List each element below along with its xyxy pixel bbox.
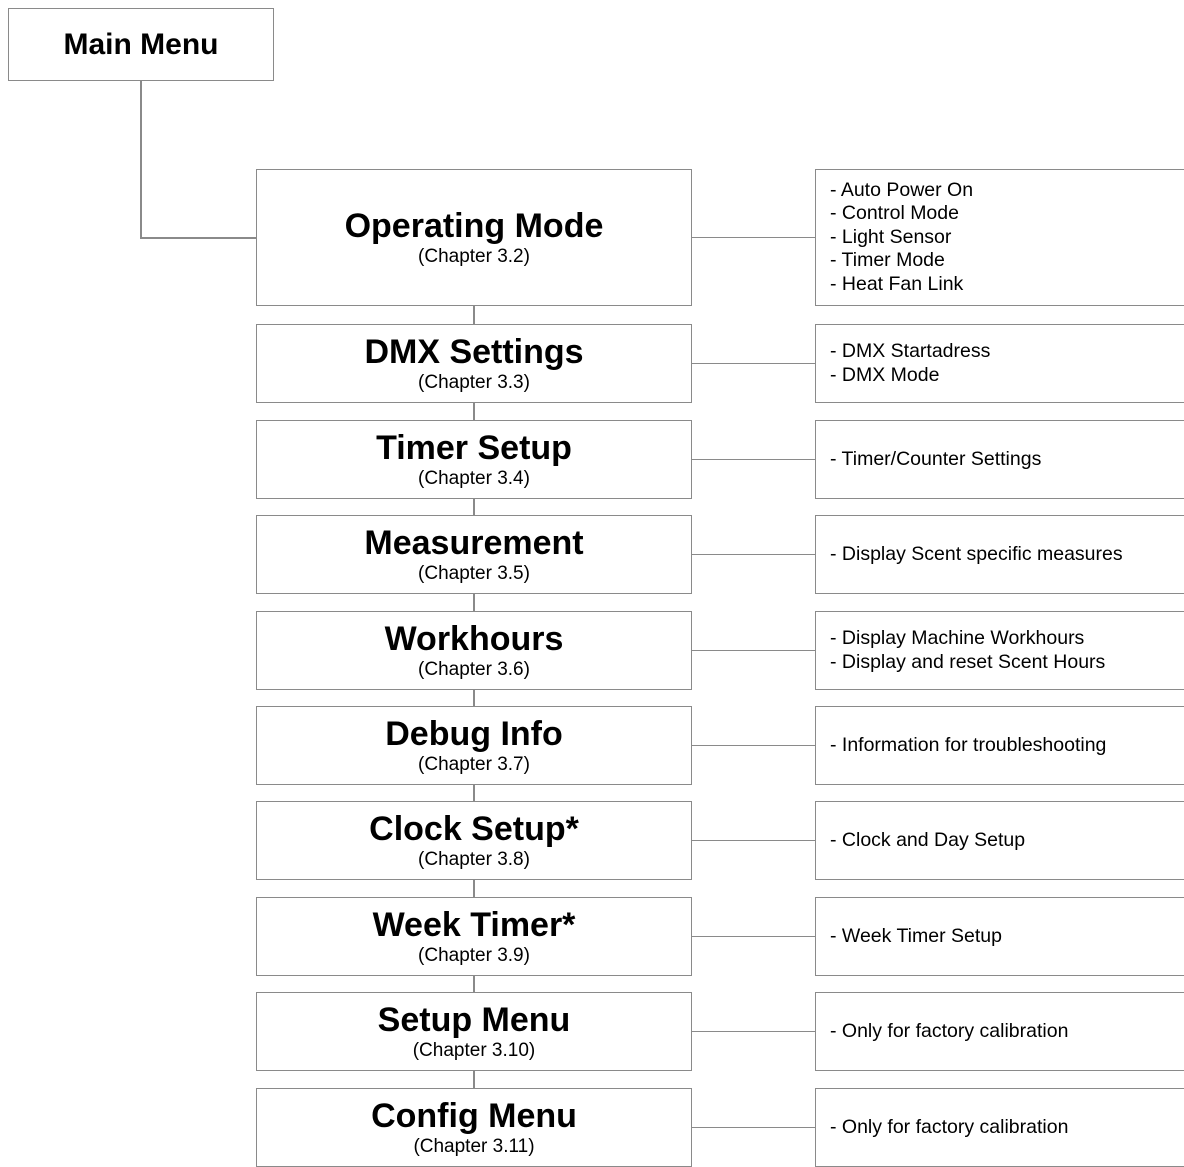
menu-chapter: (Chapter 3.8) [418, 848, 530, 870]
detail-box-config-menu: - Only for factory calibration [815, 1088, 1184, 1167]
detail-item: - Clock and Day Setup [830, 828, 1026, 851]
menu-chapter: (Chapter 3.11) [413, 1135, 535, 1157]
detail-box-dmx-settings: - DMX Startadress - DMX Mode [815, 324, 1184, 403]
menu-title: Setup Menu [377, 1000, 571, 1039]
menu-box-operating-mode: Operating Mode (Chapter 3.2) [256, 169, 692, 306]
detail-item: - DMX Startadress [830, 340, 991, 362]
detail-box-operating-mode: - Auto Power On - Control Mode - Light Sen… [815, 169, 1184, 306]
menu-chapter: (Chapter 3.2) [418, 245, 530, 267]
menu-title: Debug Info [385, 714, 563, 753]
detail-item: - Week Timer Setup [830, 924, 1002, 947]
detail-item: - Information for troubleshooting [830, 733, 1107, 756]
detail-box-measurement: - Display Scent specific measures [815, 515, 1184, 594]
menu-box-workhours: Workhours (Chapter 3.6) [256, 611, 692, 690]
menu-chapter: (Chapter 3.3) [418, 371, 530, 393]
detail-box-workhours: - Display Machine Workhours - Display and… [815, 611, 1184, 690]
menu-title: Operating Mode [344, 206, 604, 245]
connector-config-menu [692, 1126, 815, 1129]
detail-item: - Display Machine Workhours [830, 627, 1085, 649]
detail-item: - Auto Power On [830, 178, 974, 201]
connector-operating-mode [692, 236, 815, 239]
main-vertical-connector [140, 81, 142, 238]
detail-item: - Timer Mode [830, 249, 945, 272]
menu-title: Clock Setup* [369, 809, 579, 848]
menu-chapter: (Chapter 3.10) [412, 1039, 536, 1061]
detail-item: - Control Mode [830, 202, 959, 225]
detail-item: - Display and reset Scent Hours [830, 650, 1106, 673]
menu-box-dmx-settings: DMX Settings (Chapter 3.3) [256, 324, 692, 403]
detail-box-clock-setup: - Clock and Day Setup [815, 801, 1184, 880]
detail-box-debug-info: - Information for troubleshooting [815, 706, 1184, 785]
menu-chapter: (Chapter 3.6) [418, 658, 530, 680]
menu-title: Config Menu [371, 1096, 577, 1135]
menu-title: Workhours [384, 619, 564, 658]
detail-item: - Only for factory calibration [830, 1115, 1069, 1138]
menu-chapter: (Chapter 3.4) [418, 467, 530, 489]
connector-clock-setup [692, 839, 815, 842]
detail-box-timer-setup: - Timer/Counter Settings [815, 420, 1184, 499]
menu-title: DMX Settings [364, 332, 584, 371]
detail-box-setup-menu: - Only for factory calibration [815, 992, 1184, 1071]
menu-box-week-timer: Week Timer* (Chapter 3.9) [256, 897, 692, 976]
main-menu-title: Main Menu [63, 27, 219, 61]
detail-item: - Light Sensor [830, 225, 952, 248]
detail-item: - Display Scent specific measures [830, 542, 1123, 565]
menu-chapter: (Chapter 3.9) [418, 944, 530, 966]
connector-workhours [692, 649, 815, 652]
connector-debug-info [692, 744, 815, 747]
menu-box-config-menu: Config Menu (Chapter 3.11) [256, 1088, 692, 1167]
detail-item: - Only for factory calibration [830, 1019, 1069, 1042]
menu-title: Week Timer* [372, 905, 576, 944]
detail-item: - DMX Mode [830, 363, 940, 386]
menu-title: Measurement [364, 523, 584, 562]
menu-box-clock-setup: Clock Setup* (Chapter 3.8) [256, 801, 692, 880]
detail-item: - Heat Fan Link [830, 272, 964, 295]
menu-box-debug-info: Debug Info (Chapter 3.7) [256, 706, 692, 785]
menu-title: Timer Setup [376, 428, 572, 467]
main-horizontal-connector [140, 237, 257, 239]
menu-chapter: (Chapter 3.5) [418, 562, 530, 584]
menu-box-timer-setup: Timer Setup (Chapter 3.4) [256, 420, 692, 499]
menu-chapter: (Chapter 3.7) [418, 753, 530, 775]
detail-box-week-timer: - Week Timer Setup [815, 897, 1184, 976]
connector-dmx-settings [692, 362, 815, 365]
connector-week-timer [692, 935, 815, 938]
connector-measurement [692, 553, 815, 556]
connector-setup-menu [692, 1030, 815, 1033]
detail-item: - Timer/Counter Settings [830, 447, 1042, 470]
main-menu-box: Main Menu [8, 8, 274, 81]
connector-timer-setup [692, 458, 815, 461]
menu-box-measurement: Measurement (Chapter 3.5) [256, 515, 692, 594]
menu-box-setup-menu: Setup Menu (Chapter 3.10) [256, 992, 692, 1071]
